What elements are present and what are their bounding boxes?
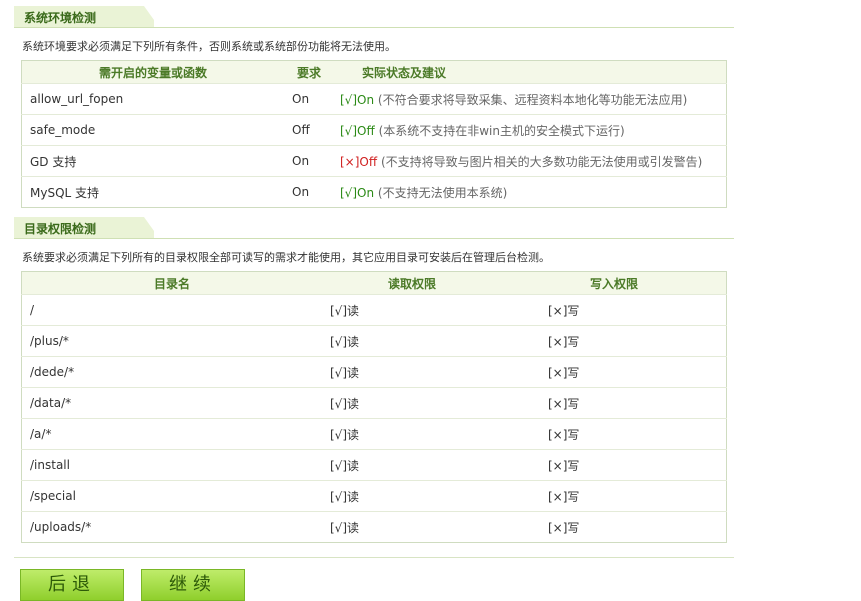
env-row-req: On <box>284 83 334 115</box>
env-row: GD 支持 On [×]Off (不支持将导致与图片相关的大多数功能无法使用或引发警… <box>21 145 727 177</box>
dirs-row-path: / <box>21 294 322 326</box>
dirs-section-header: 目录权限检测 <box>14 217 734 239</box>
dirs-col-write: 写入权限 <box>502 271 727 295</box>
dirs-row-read: [√]读 <box>322 418 502 450</box>
env-col-req: 要求 <box>284 60 334 84</box>
env-row-name: allow_url_fopen <box>21 83 284 115</box>
env-row-note: (不支持无法使用本系统) <box>377 185 508 200</box>
dirs-row: /data/* [√]读 [×]写 <box>21 387 727 419</box>
env-row-status: [√]On <box>340 92 375 107</box>
continue-button[interactable]: 继续 <box>141 569 245 601</box>
env-row: safe_mode Off [√]Off (本系统不支持在非win主机的安全模式下运… <box>21 114 727 146</box>
env-row: allow_url_fopen On [√]On (不符合要求将导致采集、远程资料本… <box>21 83 727 115</box>
env-row-note: (不支持将导致与图片相关的大多数功能无法使用或引发警告) <box>380 154 703 169</box>
dirs-row-path: /data/* <box>21 387 322 419</box>
dirs-row: /install [√]读 [×]写 <box>21 449 727 481</box>
dirs-row-read: [√]读 <box>322 511 502 543</box>
dirs-row: /special [√]读 [×]写 <box>21 480 727 512</box>
dirs-row: /uploads/* [√]读 [×]写 <box>21 511 727 543</box>
dirs-row-path: /plus/* <box>21 325 322 357</box>
dirs-col-path: 目录名 <box>21 271 322 295</box>
env-row-note: (本系统不支持在非win主机的安全模式下运行) <box>378 123 625 138</box>
env-row-status: [√]Off <box>340 123 375 138</box>
dirs-row-read: [√]读 <box>322 294 502 326</box>
dirs-row-path: /dede/* <box>21 356 322 388</box>
env-row-name: MySQL 支持 <box>21 176 284 208</box>
dirs-table-header: 目录名 读取权限 写入权限 <box>21 271 727 295</box>
env-row-req: On <box>284 176 334 208</box>
env-section-title: 系统环境检测 <box>24 11 97 25</box>
dirs-section-title: 目录权限检测 <box>24 222 97 236</box>
dirs-row-write: [×]写 <box>502 356 727 388</box>
dirs-row: /a/* [√]读 [×]写 <box>21 418 727 450</box>
env-table-header: 需开启的变量或函数 要求 实际状态及建议 <box>21 60 727 84</box>
env-description: 系统环境要求必须满足下列所有条件，否则系统或系统部份功能将无法使用。 <box>22 40 396 53</box>
dirs-row-read: [√]读 <box>322 356 502 388</box>
bottom-divider <box>14 557 734 558</box>
back-button[interactable]: 后退 <box>20 569 124 601</box>
env-row-name: GD 支持 <box>21 145 284 177</box>
dirs-col-read: 读取权限 <box>322 271 502 295</box>
dirs-description: 系统要求必须满足下列所有的目录权限全部可读写的需求才能使用，其它应用目录可安装后… <box>22 251 550 264</box>
dirs-row-path: /special <box>21 480 322 512</box>
env-col-name: 需开启的变量或函数 <box>21 60 284 84</box>
dirs-row-write: [×]写 <box>502 418 727 450</box>
dirs-row-path: /a/* <box>21 418 322 450</box>
dirs-row-read: [√]读 <box>322 480 502 512</box>
env-row-name: safe_mode <box>21 114 284 146</box>
dirs-row-read: [√]读 <box>322 449 502 481</box>
env-row-req: On <box>284 145 334 177</box>
env-section-header: 系统环境检测 <box>14 6 734 28</box>
env-row-status: [×]Off <box>340 154 378 169</box>
dirs-row-write: [×]写 <box>502 387 727 419</box>
dirs-row-write: [×]写 <box>502 294 727 326</box>
dirs-row-write: [×]写 <box>502 325 727 357</box>
dirs-row-read: [√]读 <box>322 325 502 357</box>
dirs-row-write: [×]写 <box>502 449 727 481</box>
env-table: 需开启的变量或函数 要求 实际状态及建议 allow_url_fopen On [√… <box>21 60 727 208</box>
env-col-status: 实际状态及建议 <box>334 60 727 84</box>
dirs-row-path: /uploads/* <box>21 511 322 543</box>
env-row: MySQL 支持 On [√]On (不支持无法使用本系统) <box>21 176 727 208</box>
dirs-row-read: [√]读 <box>322 387 502 419</box>
env-row-status: [√]On <box>340 185 375 200</box>
dirs-row-write: [×]写 <box>502 511 727 543</box>
dirs-row-path: /install <box>21 449 322 481</box>
dirs-row: /plus/* [√]读 [×]写 <box>21 325 727 357</box>
dirs-table: 目录名 读取权限 写入权限 / [√]读 [×]写/plus/* [√]读 [×]写/d… <box>21 271 727 543</box>
dirs-row: / [√]读 [×]写 <box>21 294 727 326</box>
env-row-req: Off <box>284 114 334 146</box>
dirs-row-write: [×]写 <box>502 480 727 512</box>
env-row-note: (不符合要求将导致采集、远程资料本地化等功能无法应用) <box>377 92 688 107</box>
dirs-row: /dede/* [√]读 [×]写 <box>21 356 727 388</box>
